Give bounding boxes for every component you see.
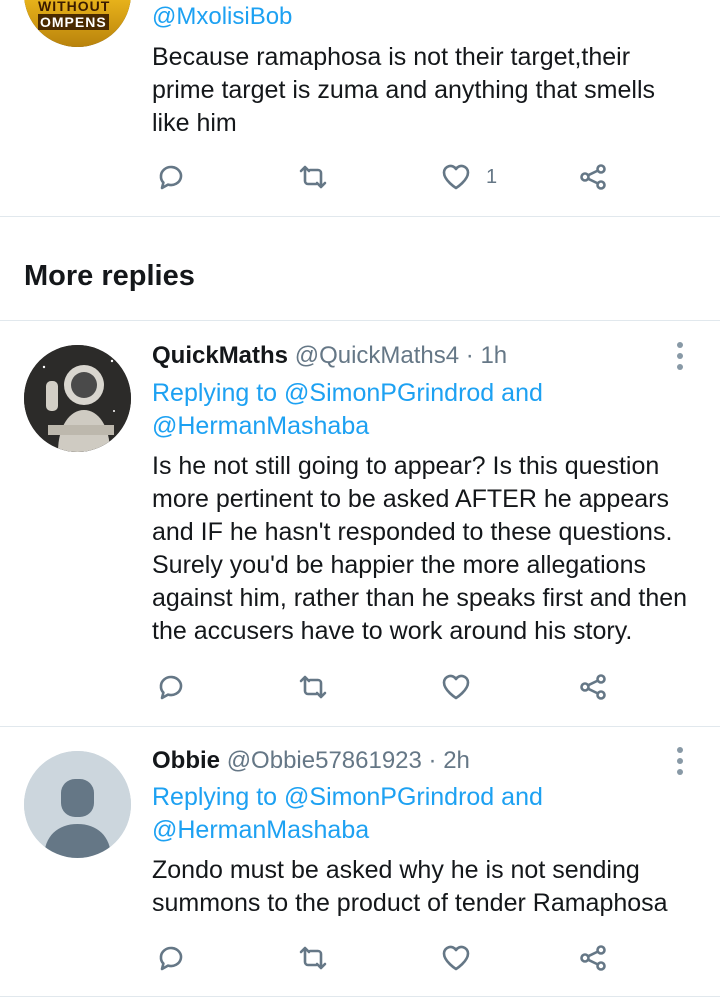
like-button[interactable]: 1	[440, 157, 497, 197]
retweet-button[interactable]	[297, 938, 329, 978]
timestamp: · 1h	[465, 342, 508, 369]
tweet-actions	[150, 938, 630, 978]
reply-icon	[159, 946, 183, 971]
heart-icon	[442, 945, 470, 971]
heart-icon	[442, 164, 470, 190]
replying-to: Replying to @SimonPGrindrod and @HermanM…	[152, 377, 702, 443]
divider	[0, 320, 720, 321]
divider	[0, 996, 720, 997]
retweet-icon	[299, 946, 327, 970]
share-button[interactable]	[578, 667, 610, 707]
top-tweet-handle[interactable]: @MxolisiBob	[152, 2, 292, 32]
share-icon	[580, 945, 606, 971]
avatar-badge-text-1: WITHOUT	[38, 0, 111, 14]
like-button[interactable]	[440, 938, 472, 978]
like-count: 1	[486, 165, 498, 188]
avatar[interactable]	[24, 751, 131, 858]
share-button[interactable]	[578, 157, 610, 197]
avatar-badge[interactable]: WITHOUT OMPENS	[24, 0, 131, 47]
mention-link[interactable]: @SimonPGrindrod	[284, 379, 494, 407]
astronaut-avatar-image	[24, 345, 131, 452]
replying-and: and	[494, 783, 543, 811]
retweet-button[interactable]	[297, 157, 329, 197]
replying-to: Replying to @SimonPGrindrod and @HermanM…	[152, 781, 702, 847]
timestamp: · 2h	[428, 747, 470, 774]
reply-icon	[159, 165, 183, 190]
reply-button[interactable]	[155, 157, 187, 197]
replying-prefix: Replying to	[152, 783, 285, 811]
replying-and: and	[494, 379, 543, 407]
divider	[0, 216, 720, 217]
heart-icon	[442, 674, 470, 700]
top-tweet-actions: 1	[150, 157, 630, 197]
more-vertical-icon[interactable]	[674, 746, 686, 776]
like-button[interactable]	[440, 667, 472, 707]
tweet-text: Zondo must be asked why he is not sendin…	[152, 856, 668, 917]
retweet-icon	[299, 165, 327, 189]
mention-link[interactable]: @HermanMashaba	[152, 412, 369, 440]
reply-button[interactable]	[155, 938, 187, 978]
avatar-badge-text-2: OMPENS	[38, 14, 109, 30]
reply-button[interactable]	[155, 667, 187, 707]
reply-header: QuickMaths @QuickMaths4 · 1h	[152, 341, 507, 371]
display-name[interactable]: Obbie	[152, 747, 220, 774]
reply-header: Obbie @Obbie57861923 · 2h	[152, 746, 470, 776]
share-icon	[580, 674, 606, 700]
share-button[interactable]	[578, 938, 610, 978]
tweet-actions	[150, 667, 630, 707]
share-icon	[580, 164, 606, 190]
divider	[0, 726, 720, 727]
default-profile-icon	[24, 751, 131, 858]
section-title: More replies	[24, 260, 195, 292]
more-vertical-icon[interactable]	[674, 341, 686, 371]
retweet-icon	[299, 675, 327, 699]
display-name[interactable]: QuickMaths	[152, 342, 288, 369]
avatar[interactable]	[24, 345, 131, 452]
handle[interactable]: @QuickMaths4	[295, 342, 459, 369]
mention-link[interactable]: @SimonPGrindrod	[284, 783, 494, 811]
tweet-text: Is he not still going to appear? Is this…	[152, 452, 688, 645]
mention-link[interactable]: @HermanMashaba	[152, 816, 369, 844]
retweet-button[interactable]	[297, 667, 329, 707]
top-tweet-text: Because ramaphosa is not their target,th…	[152, 43, 656, 137]
handle[interactable]: @Obbie57861923	[227, 747, 422, 774]
reply-icon	[159, 675, 183, 700]
replying-prefix: Replying to	[152, 379, 285, 407]
